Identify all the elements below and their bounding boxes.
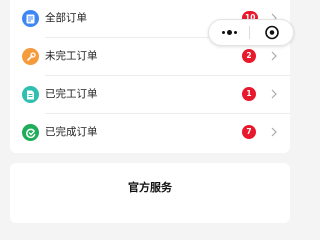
check-circle-icon [22,124,39,141]
chevron-right-icon [271,51,277,61]
service-card: 官方服务 [10,163,290,223]
chevron-right-icon [271,127,277,137]
more-button[interactable] [209,20,249,45]
chevron-right-icon [271,89,277,99]
order-row-work-done[interactable]: 已完工订单 1 [10,76,290,112]
screen: 全部订单 10 未完工订单 2 已完工订单 1 已完成订单 7 官方服务 [0,0,300,223]
order-row-label: 未完工订单 [45,50,98,62]
more-dots-icon [226,30,232,35]
mini-program-capsule [208,19,294,46]
more-dots-icon [221,31,225,34]
count-badge: 2 [242,49,256,63]
more-dots-icon [233,31,237,34]
capsule-divider [249,26,250,39]
order-row-completed[interactable]: 已完成订单 7 [10,114,290,150]
wrench-icon [22,48,39,65]
order-row-label: 已完工订单 [45,88,98,100]
order-row-label: 全部订单 [45,12,87,24]
close-target-icon [265,25,279,40]
document-icon [22,86,39,103]
service-section-title: 官方服务 [128,181,172,194]
close-button[interactable] [251,20,293,45]
order-list-icon [22,10,39,27]
count-badge: 1 [242,87,256,101]
count-badge: 7 [242,125,256,139]
order-row-label: 已完成订单 [45,126,98,138]
